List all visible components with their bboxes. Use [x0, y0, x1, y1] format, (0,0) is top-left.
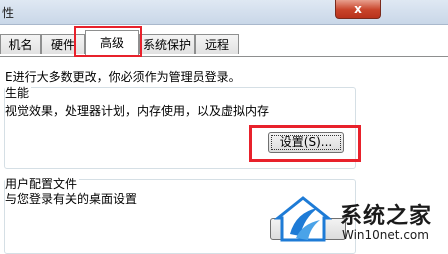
house-logo-icon [274, 196, 332, 242]
tab-system-protection[interactable]: 系统保护 [139, 34, 195, 54]
performance-group-title: 生能 [5, 84, 32, 101]
tab-label: 远程 [204, 38, 229, 52]
tab-panel-border [0, 56, 448, 57]
close-button[interactable]: x [335, 0, 381, 19]
watermark-brand: 系统之家 [340, 204, 433, 229]
close-icon: x [354, 2, 362, 16]
user-profiles-description: 与您登录有关的桌面设置 [5, 192, 138, 206]
admin-notice: E进行大多数更改，你必须作为管理员登录。 [5, 70, 241, 84]
settings-button-highlight-box [249, 125, 361, 162]
title-bar: 性 x [0, 0, 448, 25]
tab-computer-name[interactable]: 机名 [0, 34, 41, 54]
tab-label: 机名 [8, 38, 33, 52]
tab-remote[interactable]: 远程 [195, 34, 239, 54]
performance-description: 视觉效果，处理器计划，内存使用，以及虚拟内存 [5, 104, 270, 118]
window-title: 性 [2, 6, 15, 20]
watermark-url: Win10net.com [342, 228, 429, 242]
advanced-tab-highlight-box [74, 26, 142, 57]
tab-label: 系统保护 [142, 38, 191, 52]
watermark: 系统之家 Win10net.com [272, 190, 448, 248]
tab-label: 硬件 [50, 38, 75, 52]
